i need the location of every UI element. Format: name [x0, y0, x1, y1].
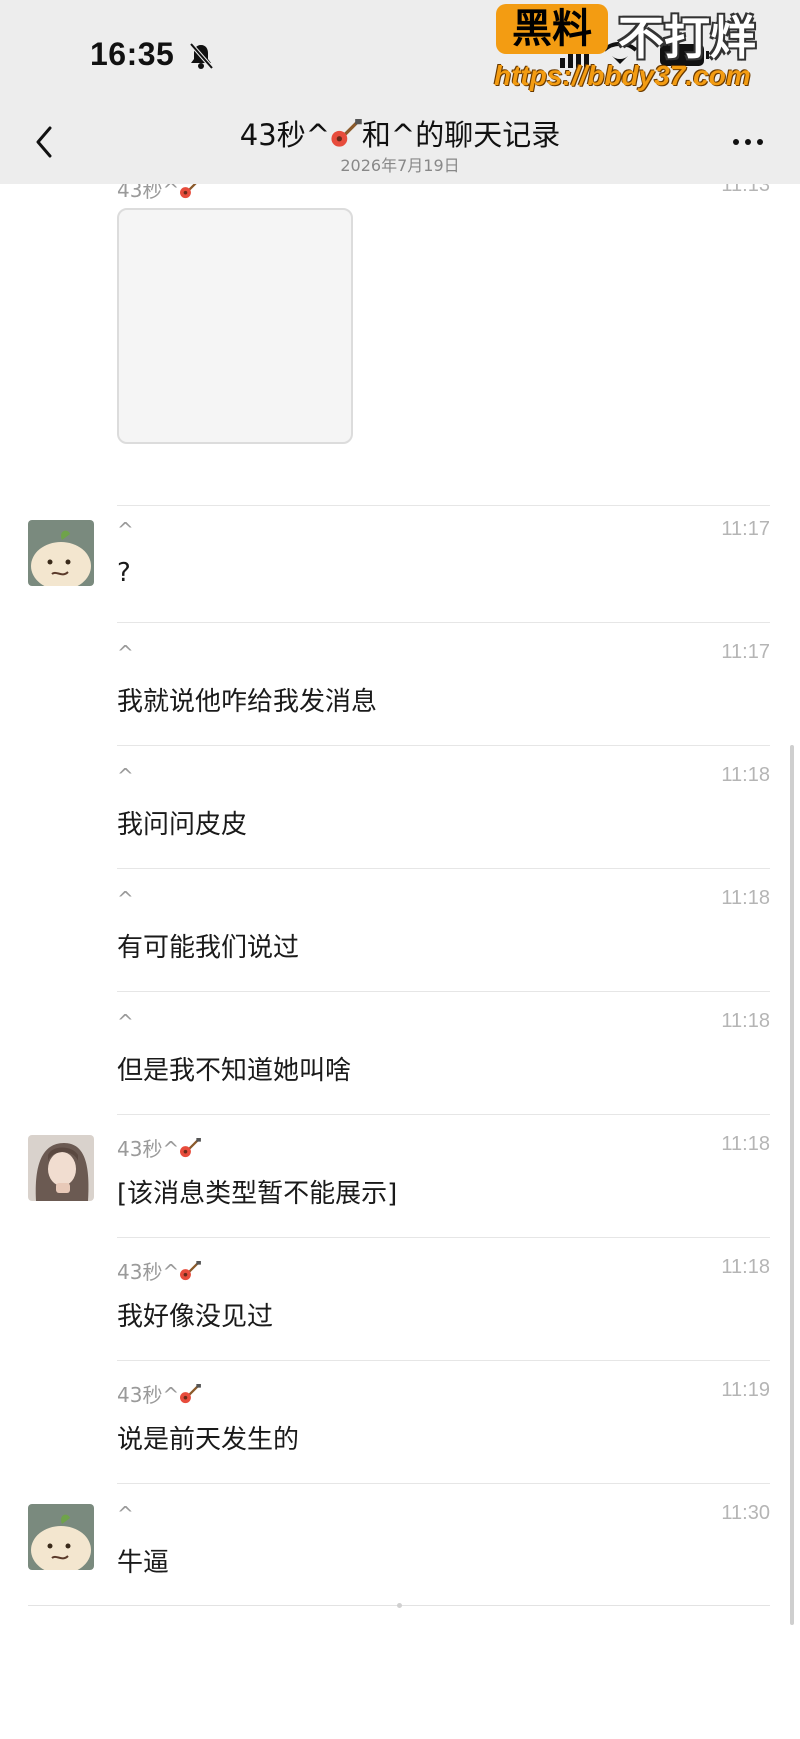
message-time: 11:18 [721, 887, 770, 909]
message-time: 11:17 [721, 518, 770, 540]
sender-name-text: ^ [117, 1502, 134, 1526]
page-title: 43秒^ 和^的聊天记录 [0, 112, 800, 154]
title-prefix: 43秒^ [239, 118, 330, 152]
message-text: 但是我不知道她叫啥 [117, 1056, 352, 1086]
more-options-icon[interactable] [728, 130, 768, 154]
watermark-text: 不打烊 [618, 11, 756, 65]
bun-avatar[interactable] [28, 520, 94, 586]
nav-bar: 43秒^ 和^的聊天记录 2026年7月19日 [0, 100, 800, 184]
sender-name: 43秒^ [117, 1133, 202, 1162]
message-time: 11:18 [721, 1010, 770, 1032]
sender-name: ^ [117, 1010, 134, 1034]
image-message[interactable] [117, 208, 353, 444]
guitar-emoji-icon [180, 1261, 202, 1281]
message-item[interactable]: ^ 11:17 我就说他咋给我发消息 [0, 623, 800, 746]
sender-name: ^ [117, 518, 134, 542]
message-time: 11:18 [721, 1256, 770, 1278]
message-item[interactable]: ^ 11:30 牛逼 [0, 1484, 800, 1614]
message-time: 11:17 [721, 641, 770, 663]
message-item[interactable]: ^ 11:18 但是我不知道她叫啥 [0, 992, 800, 1115]
sender-name-text: ^ [117, 1010, 134, 1034]
guitar-emoji-icon [331, 118, 362, 147]
watermark-url: https://bbdy37.com [494, 60, 751, 91]
message-time: 11:18 [721, 764, 770, 786]
sender-name-text: 43秒^ [117, 1137, 180, 1161]
sender-name: ^ [117, 887, 134, 911]
scrollbar[interactable] [790, 745, 794, 1625]
message-text: 牛逼 [117, 1548, 170, 1578]
message-text: 我就说他咋给我发消息 [117, 687, 378, 717]
sender-name: ^ [117, 641, 134, 665]
message-list[interactable]: 43秒^ 11:13 ^ 11:17? ^ 11:17 我就说他咋给我发消息 ^ 11:18 我问… [0, 184, 800, 1684]
sender-name-text: ^ [117, 518, 134, 542]
watermark: 黑料 不打烊 https://bbdy37.com [494, 2, 794, 102]
guitar-emoji-icon [180, 184, 197, 199]
sender-name: ^ [117, 1502, 134, 1526]
title-suffix: 和^的聊天记录 [361, 118, 561, 152]
message-time: 11:18 [721, 1133, 770, 1155]
sender-name: 43秒^ [117, 184, 201, 203]
message-time: 11:19 [721, 1379, 770, 1401]
girl-avatar[interactable] [28, 1135, 94, 1201]
message-item[interactable]: ^ 11:18 我问问皮皮 [0, 746, 800, 869]
message-time: 11:13 [721, 184, 770, 196]
sender-name-text: ^ [117, 887, 134, 911]
guitar-emoji-icon [180, 1384, 202, 1404]
bun-avatar[interactable] [28, 1504, 94, 1570]
message-item[interactable]: 43秒^ 11:18 我好像没见过 [0, 1238, 800, 1361]
message-item[interactable]: 43秒^ 11:13 [0, 184, 800, 506]
message-text: 我好像没见过 [117, 1302, 274, 1332]
sender-name-text: ^ [117, 764, 134, 788]
message-text: 有可能我们说过 [117, 933, 300, 963]
message-item[interactable]: ^ 11:18 有可能我们说过 [0, 869, 800, 992]
sender-name: ^ [117, 764, 134, 788]
watermark-badge: 黑料 [496, 4, 608, 54]
sender-name-text: ^ [117, 641, 134, 665]
end-dot [397, 1603, 402, 1608]
sender-name-text: 43秒^ [117, 1260, 180, 1284]
page-subtitle: 2026年7月19日 [340, 156, 460, 175]
message-item[interactable]: ^ 11:17? [0, 500, 800, 623]
bell-off-icon [189, 42, 214, 70]
sender-name: 43秒^ [117, 1379, 202, 1408]
status-time: 16:35 [90, 36, 175, 72]
message-text: 我问问皮皮 [117, 810, 248, 840]
message-item[interactable]: 43秒^ 11:19 说是前天发生的 [0, 1361, 800, 1484]
message-time: 11:30 [721, 1502, 770, 1524]
sender-name-text: 43秒^ [117, 184, 180, 202]
message-text: ? [117, 558, 131, 588]
message-item[interactable]: 43秒^ 11:18 [该消息类型暂不能展示] [0, 1115, 800, 1238]
sender-name: 43秒^ [117, 1256, 202, 1285]
message-text: [该消息类型暂不能展示] [117, 1179, 398, 1209]
message-text: 说是前天发生的 [117, 1425, 300, 1455]
sender-name-text: 43秒^ [117, 1383, 180, 1407]
guitar-emoji-icon [180, 1138, 202, 1158]
